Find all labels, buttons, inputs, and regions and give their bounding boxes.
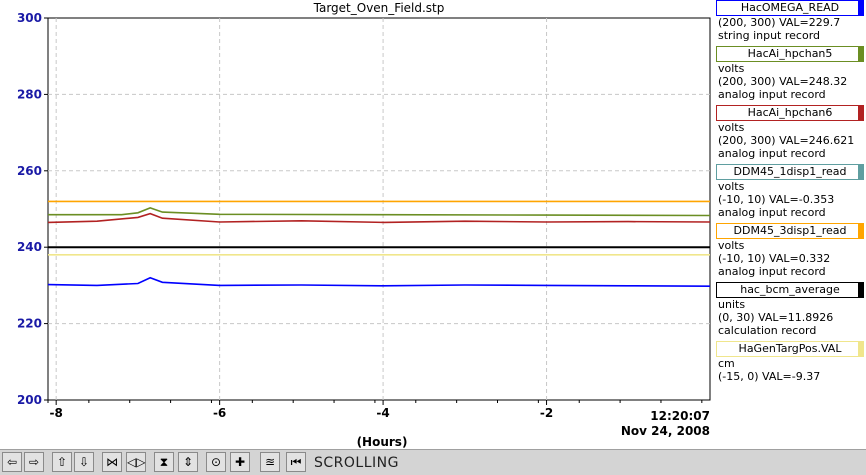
legend-detail: (200, 300) VAL=246.621 [718, 134, 855, 147]
compress-vertical-button[interactable]: ⇕ [178, 452, 198, 472]
legend-detail: (-15, 0) VAL=-9.37 [718, 370, 821, 383]
legend-color-swatch [858, 342, 863, 356]
legend-detail: volts [718, 180, 745, 193]
compress-horizontal-button[interactable]: ◁▷ [126, 452, 146, 472]
scroll-right-button[interactable]: ⇨ [24, 452, 44, 472]
zoom-out-button[interactable]: ⊙ [206, 452, 226, 472]
legend-name[interactable]: HaGenTargPos.VAL [716, 341, 864, 357]
x-tick-label: -6 [213, 406, 226, 420]
legend-name[interactable]: DDM45_1disp1_read [716, 164, 864, 180]
legend-detail: units [718, 298, 746, 311]
legend-detail: string input record [718, 29, 821, 42]
legend-detail: analog input record [718, 206, 826, 219]
legend-name[interactable]: hac_bcm_average [716, 282, 864, 298]
legend-name[interactable]: HacAi_hpchan5 [716, 46, 864, 62]
x-end-time: 12:20:07 [650, 409, 710, 423]
legend-name[interactable]: DDM45_3disp1_read [716, 223, 864, 239]
strip-chart: 200 220 240 260 280 300 -8 -6 -4 -2 Target_Oven_F… [17, 1, 711, 449]
autoscale-button[interactable]: ≊ [260, 452, 280, 472]
legend-detail: analog input record [718, 147, 826, 160]
y-tick-label: 260 [17, 164, 42, 178]
legend-color-swatch [858, 224, 863, 238]
chart-title: Target_Oven_Field.stp [313, 1, 445, 15]
legend-name[interactable]: HacOMEGA_READ [716, 0, 864, 16]
legend-detail: volts [718, 121, 745, 134]
legend-detail: volts [718, 239, 745, 252]
x-end-date: Nov 24, 2008 [621, 424, 710, 438]
zoom-in-button[interactable]: ✚ [230, 452, 250, 472]
x-tick-label: -2 [540, 406, 553, 420]
legend-detail: cm [718, 357, 735, 370]
legend-detail: analog input record [718, 265, 826, 278]
legend-detail: (200, 300) VAL=229.7 [718, 16, 841, 29]
x-axis-label: (Hours) [357, 435, 408, 449]
y-tick-label: 220 [17, 317, 42, 331]
expand-horizontal-button[interactable]: ⋈ [102, 452, 122, 472]
scroll-down-button[interactable]: ⇩ [74, 452, 94, 472]
legend-color-swatch [858, 106, 863, 120]
legend-color-swatch [858, 165, 863, 179]
y-tick-label: 280 [17, 87, 42, 101]
legend-detail: (-10, 10) VAL=-0.353 [718, 193, 835, 206]
scroll-left-button[interactable]: ⇦ [2, 452, 22, 472]
legend-detail: analog input record [718, 88, 826, 101]
legend-panel: HacOMEGA_READ (200, 300) VAL=229.7 string … [714, 0, 866, 447]
legend-detail: calculation record [718, 324, 817, 337]
legend-detail: (-10, 10) VAL=0.332 [718, 252, 831, 265]
legend-detail: (0, 30) VAL=11.8926 [718, 311, 834, 324]
scroll-mode-button[interactable]: ⏮ [286, 452, 306, 472]
toolbar: SCROLLING ⇦ ⇨ ⇧ ⇩ ⋈ ◁▷ ⧗ ⇕ ⊙ ✚ ≊ ⏮ [0, 449, 866, 475]
legend-detail: (200, 300) VAL=248.32 [718, 75, 848, 88]
legend-detail: volts [718, 62, 745, 75]
legend-color-swatch [858, 283, 863, 297]
mode-label: SCROLLING [314, 455, 399, 471]
legend-color-swatch [858, 1, 863, 15]
expand-vertical-button[interactable]: ⧗ [154, 452, 174, 472]
y-tick-label: 240 [17, 240, 42, 254]
legend-color-swatch [858, 47, 863, 61]
y-tick-label: 200 [17, 393, 42, 407]
legend-name[interactable]: HacAi_hpchan6 [716, 105, 864, 121]
x-tick-label: -4 [376, 406, 389, 420]
scroll-up-button[interactable]: ⇧ [52, 452, 72, 472]
x-tick-label: -8 [50, 406, 63, 420]
y-tick-label: 300 [17, 11, 42, 25]
